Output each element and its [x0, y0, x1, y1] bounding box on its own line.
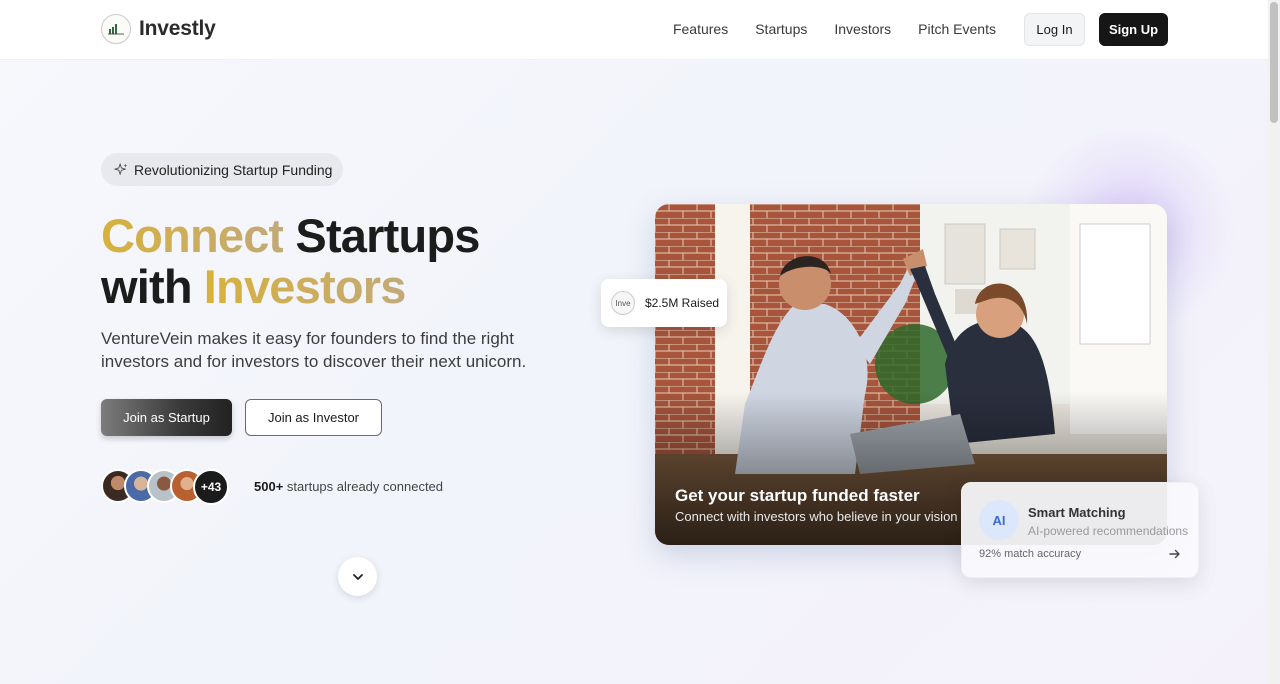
avatar-group: +43 [101, 469, 231, 505]
ai-badge: AI [979, 500, 1019, 540]
headline-word-startups: Startups [295, 209, 480, 262]
scroll-down-button[interactable] [338, 557, 377, 596]
avatar-more-count: +43 [193, 469, 229, 505]
nav-link-startups[interactable]: Startups [755, 13, 807, 46]
nav-links: Features Startups Investors Pitch Events… [673, 13, 1168, 46]
smart-matching-title: Smart Matching [1028, 505, 1126, 520]
brand-name: Investly [139, 17, 216, 40]
sparkle-icon [114, 162, 128, 175]
nav-link-features[interactable]: Features [673, 13, 728, 46]
broken-image-icon: Inve [611, 291, 635, 315]
nav-link-investors[interactable]: Investors [834, 13, 891, 46]
photo-caption-subtitle: Connect with investors who believe in yo… [675, 509, 958, 524]
vertical-scrollbar[interactable] [1268, 0, 1280, 684]
brand[interactable]: Investly [101, 14, 216, 44]
raised-label: $2.5M Raised [645, 296, 720, 310]
scrollbar-thumb[interactable] [1270, 2, 1278, 123]
connected-count: 500+ [254, 479, 284, 494]
connected-stat: 500+ startups already connected [254, 479, 443, 494]
top-nav: Investly Features Startups Investors Pit… [0, 0, 1268, 60]
headline-word-investors: Investors [203, 260, 407, 313]
brand-logo [101, 14, 131, 44]
match-accuracy: 92% match accuracy [979, 548, 1082, 560]
arrow-right-icon[interactable] [1168, 547, 1182, 561]
connected-text: startups already connected [286, 479, 444, 494]
hero-badge-text: Revolutionizing Startup Funding [134, 161, 333, 178]
hero-badge: Revolutionizing Startup Funding [101, 153, 343, 186]
nav-link-pitch-events[interactable]: Pitch Events [918, 13, 996, 46]
smart-matching-subtitle: AI-powered recommendations [1028, 524, 1189, 538]
headline-word-connect: Connect [101, 209, 284, 262]
join-startup-button[interactable]: Join as Startup [101, 399, 232, 436]
raised-card: Inve $2.5M Raised [601, 279, 727, 327]
page: Investly Features Startups Investors Pit… [0, 0, 1268, 684]
join-investor-button[interactable]: Join as Investor [245, 399, 382, 436]
login-button[interactable]: Log In [1024, 13, 1085, 46]
signup-button[interactable]: Sign Up [1099, 13, 1168, 46]
hero-subtext: VentureVein makes it easy for founders t… [101, 329, 527, 371]
hero-headline: Connect Startups with Investors [101, 210, 480, 312]
headline-word-with: with [101, 260, 193, 313]
chevron-down-icon [352, 573, 363, 580]
smart-matching-card[interactable]: AI Smart Matching AI-powered recommendat… [961, 482, 1199, 578]
photo-caption-title: Get your startup funded faster [675, 486, 920, 505]
